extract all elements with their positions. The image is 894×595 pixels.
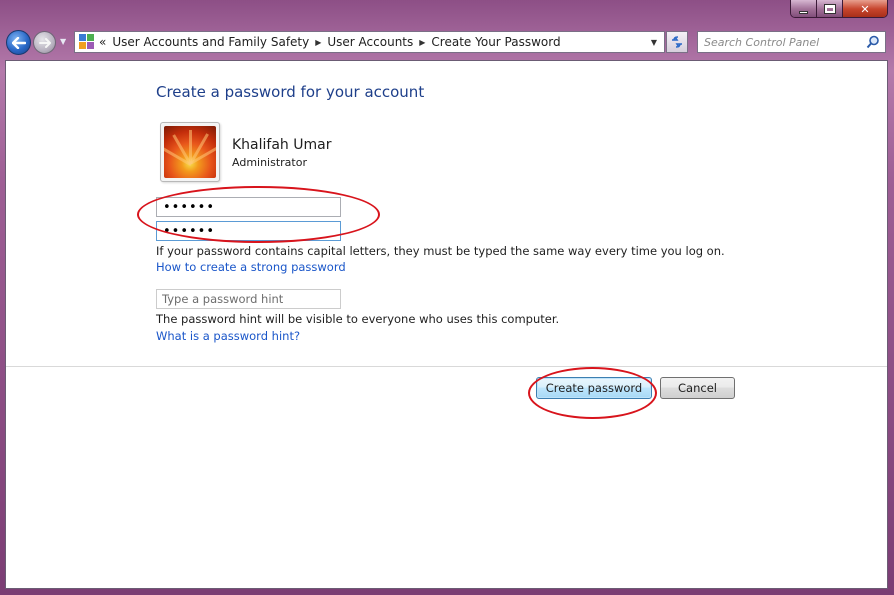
close-button[interactable]: ✕ <box>843 0 887 17</box>
search-icon[interactable] <box>866 35 880 49</box>
page-title: Create a password for your account <box>156 83 425 101</box>
capital-letters-note: If your password contains capital letter… <box>156 244 725 258</box>
breadcrumb-overflow[interactable]: « <box>99 35 106 49</box>
back-arrow-icon <box>11 36 26 49</box>
password-hint-link[interactable]: What is a password hint? <box>156 329 300 343</box>
refresh-icon <box>672 36 682 48</box>
close-icon: ✕ <box>860 2 870 16</box>
recent-pages-dropdown-icon[interactable]: ▼ <box>60 37 66 46</box>
divider <box>6 366 887 367</box>
breadcrumb-create-your-password[interactable]: Create Your Password <box>431 35 560 49</box>
cancel-button[interactable]: Cancel <box>660 377 735 399</box>
refresh-button[interactable] <box>666 31 688 53</box>
flower-picture-icon <box>164 126 216 178</box>
address-dropdown-icon[interactable]: ▼ <box>644 38 664 47</box>
address-bar[interactable]: « User Accounts and Family Safety ▶ User… <box>74 31 665 53</box>
content-pane: Create a password for your account Khali… <box>5 60 888 589</box>
breadcrumb-user-accounts-family-safety[interactable]: User Accounts and Family Safety <box>112 35 309 49</box>
maximize-button[interactable] <box>817 0 843 17</box>
maximize-icon <box>823 4 836 14</box>
navigation-bar: ▼ « User Accounts and Family Safety ▶ Us… <box>0 28 894 58</box>
back-button[interactable] <box>6 30 31 55</box>
create-password-button[interactable]: Create password <box>536 377 652 399</box>
window-controls: ✕ <box>790 0 888 18</box>
search-input[interactable] <box>697 31 886 53</box>
breadcrumb-separator-icon[interactable]: ▶ <box>315 38 321 47</box>
avatar <box>160 122 220 182</box>
breadcrumb: « User Accounts and Family Safety ▶ User… <box>99 35 644 49</box>
password-hint-input[interactable] <box>156 289 341 309</box>
strong-password-link[interactable]: How to create a strong password <box>156 260 346 274</box>
new-password-input[interactable] <box>156 197 341 217</box>
user-role: Administrator <box>232 156 307 169</box>
minimize-icon <box>799 10 808 14</box>
control-panel-icon <box>79 34 95 50</box>
password-hint-note: The password hint will be visible to eve… <box>156 312 560 326</box>
confirm-password-input[interactable] <box>156 221 341 241</box>
minimize-button[interactable] <box>791 0 817 17</box>
forward-button[interactable] <box>33 31 56 54</box>
window-frame: ✕ ▼ « User Accounts and Family Safety ▶ … <box>0 0 894 595</box>
forward-arrow-icon <box>38 37 51 48</box>
breadcrumb-separator-icon[interactable]: ▶ <box>419 38 425 47</box>
breadcrumb-user-accounts[interactable]: User Accounts <box>327 35 413 49</box>
user-name: Khalifah Umar <box>232 137 332 153</box>
